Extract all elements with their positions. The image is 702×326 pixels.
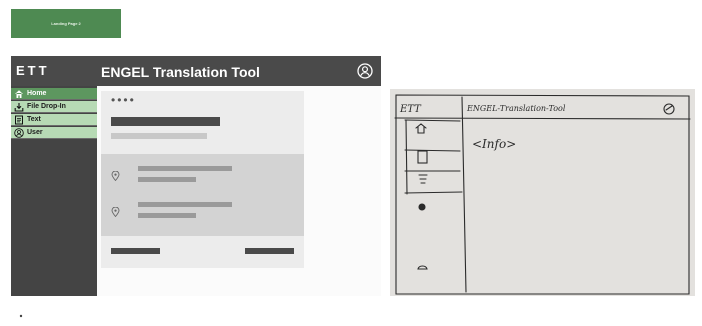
sketch-title: ENGEL-Translation-Tool	[467, 104, 566, 113]
progress-dots: ••••	[111, 93, 136, 107]
locations-list	[101, 154, 304, 236]
sidebar-item-label: User	[27, 129, 43, 136]
sidebar-item-label: Home	[27, 90, 47, 97]
sketch-brand: ETT	[400, 104, 421, 115]
footer-placeholder-right	[245, 248, 294, 254]
list-item-line	[138, 202, 232, 207]
paper-sketch: ETT ENGEL-Translation-Tool <Info>	[390, 89, 695, 296]
info-card: ••••	[101, 91, 304, 268]
app-title: ENGEL Translation Tool	[101, 64, 260, 80]
subheading-placeholder	[111, 133, 207, 139]
sketch-info-placeholder: <Info>	[472, 137, 517, 151]
app-mockup: ETT ENGEL Translation Tool Home File Dro…	[11, 56, 381, 321]
sidebar-item-user[interactable]: User	[11, 127, 97, 139]
top-bar: ETT ENGEL Translation Tool	[11, 56, 381, 86]
location-pin-icon	[111, 204, 120, 218]
sidebar-item-file-drop-in[interactable]: File Drop-In	[11, 101, 97, 113]
sidebar-item-label: File Drop-In	[27, 103, 66, 110]
sidebar: Home File Drop-In Text User	[11, 86, 97, 321]
page-label-tag: Landing Page 2	[11, 9, 121, 38]
gear-icon[interactable]	[16, 308, 26, 321]
sidebar-item-label: Text	[27, 116, 41, 123]
list-item-line	[138, 213, 196, 218]
user-icon	[14, 127, 24, 138]
home-icon	[14, 89, 24, 99]
document-icon	[14, 115, 24, 125]
page-label-text: Landing Page 2	[51, 21, 81, 26]
heading-placeholder	[111, 117, 220, 126]
footer-placeholder-left	[111, 248, 160, 254]
sidebar-item-home[interactable]: Home	[11, 88, 97, 100]
location-pin-icon	[111, 168, 120, 182]
download-icon	[14, 102, 24, 112]
list-item-line	[138, 177, 196, 182]
sidebar-item-text[interactable]: Text	[11, 114, 97, 126]
app-brand: ETT	[16, 63, 50, 78]
list-item-line	[138, 166, 232, 171]
user-icon[interactable]	[357, 63, 373, 79]
